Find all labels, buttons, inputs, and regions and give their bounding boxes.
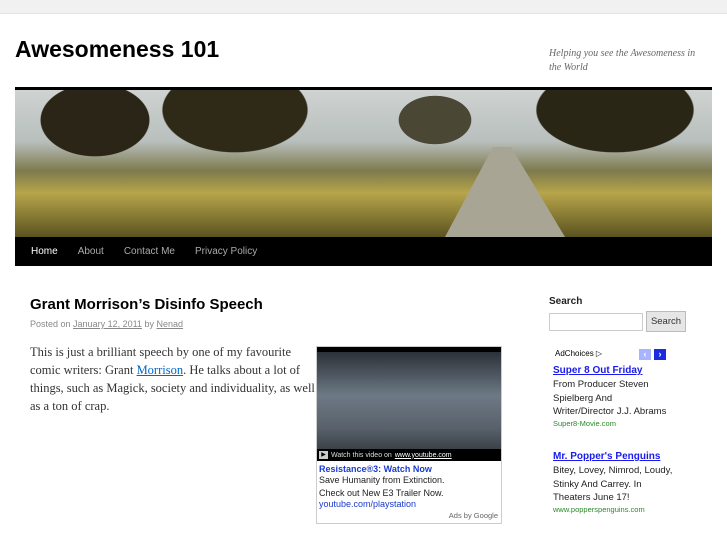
play-icon[interactable]: ▶ <box>319 451 328 459</box>
video-ad-line1: Save Humanity from Extinction. <box>319 475 445 485</box>
morrison-link[interactable]: Morrison <box>137 363 184 377</box>
video-ad-title[interactable]: Resistance®3: Watch Now <box>317 461 501 474</box>
ads-by-google[interactable]: Ads by Google <box>449 511 498 520</box>
site-tagline: Helping you see the Awesomeness in the W… <box>549 48 696 73</box>
sidebar-ad-title[interactable]: Super 8 Out Friday <box>553 365 673 376</box>
watch-on-youtube[interactable]: ▶ Watch this video on www.youtube.com <box>317 449 501 461</box>
sidebar-ad: Super 8 Out Friday From Producer Steven … <box>553 365 673 428</box>
ad-pager: ‹ › <box>639 349 666 360</box>
top-bar <box>0 0 727 14</box>
sidebar-ad-title[interactable]: Mr. Popper's Penguins <box>553 451 673 462</box>
post-meta: Posted on January 12, 2011 by Nenad <box>30 319 183 329</box>
sidebar-ad-url[interactable]: Super8-Movie.com <box>553 419 673 428</box>
search-heading: Search <box>549 296 583 307</box>
post-body: This is just a brilliant speech by one o… <box>30 343 318 415</box>
video-ad: ▶ Watch this video on www.youtube.com Resi… <box>316 346 502 524</box>
nav-home[interactable]: Home <box>21 246 68 257</box>
author-link[interactable]: Nenad <box>156 319 183 329</box>
adchoices-label[interactable]: AdChoices ▷ <box>555 349 602 358</box>
video-ad-line2: Check out New E3 Trailer Now. <box>319 487 444 498</box>
search-button[interactable]: Search <box>646 311 686 332</box>
nav-contact-me[interactable]: Contact Me <box>114 246 185 257</box>
by-label: by <box>144 319 154 329</box>
sidebar-ad: Mr. Popper's Penguins Bitey, Lovey, Nimr… <box>553 451 673 514</box>
search-input[interactable] <box>549 313 643 331</box>
nav-privacy-policy[interactable]: Privacy Policy <box>185 246 267 257</box>
youtube-link[interactable]: www.youtube.com <box>395 452 452 459</box>
nav-about[interactable]: About <box>68 246 114 257</box>
sidebar-ad-url[interactable]: www.popperspenguins.com <box>553 505 673 514</box>
chevron-left-icon[interactable]: ‹ <box>639 349 651 360</box>
watch-text: Watch this video on <box>331 451 392 459</box>
post-date-link[interactable]: January 12, 2011 <box>73 319 142 329</box>
video-ad-url[interactable]: youtube.com/playstation <box>317 499 501 509</box>
sidebar-ad-desc: Bitey, Lovey, Nimrod, Loudy, Stinky And … <box>553 465 673 503</box>
posted-on-label: Posted on <box>30 319 71 329</box>
main-nav: Home About Contact Me Privacy Policy <box>15 237 712 266</box>
site-title[interactable]: Awesomeness 101 <box>15 36 219 63</box>
header-image <box>15 87 712 237</box>
chevron-right-icon[interactable]: › <box>654 349 666 360</box>
video-player[interactable]: ▶ Watch this video on www.youtube.com <box>317 347 501 461</box>
sidebar-ad-desc: From Producer Steven Spielberg And Write… <box>553 379 667 417</box>
post-title[interactable]: Grant Morrison’s Disinfo Speech <box>30 296 263 313</box>
